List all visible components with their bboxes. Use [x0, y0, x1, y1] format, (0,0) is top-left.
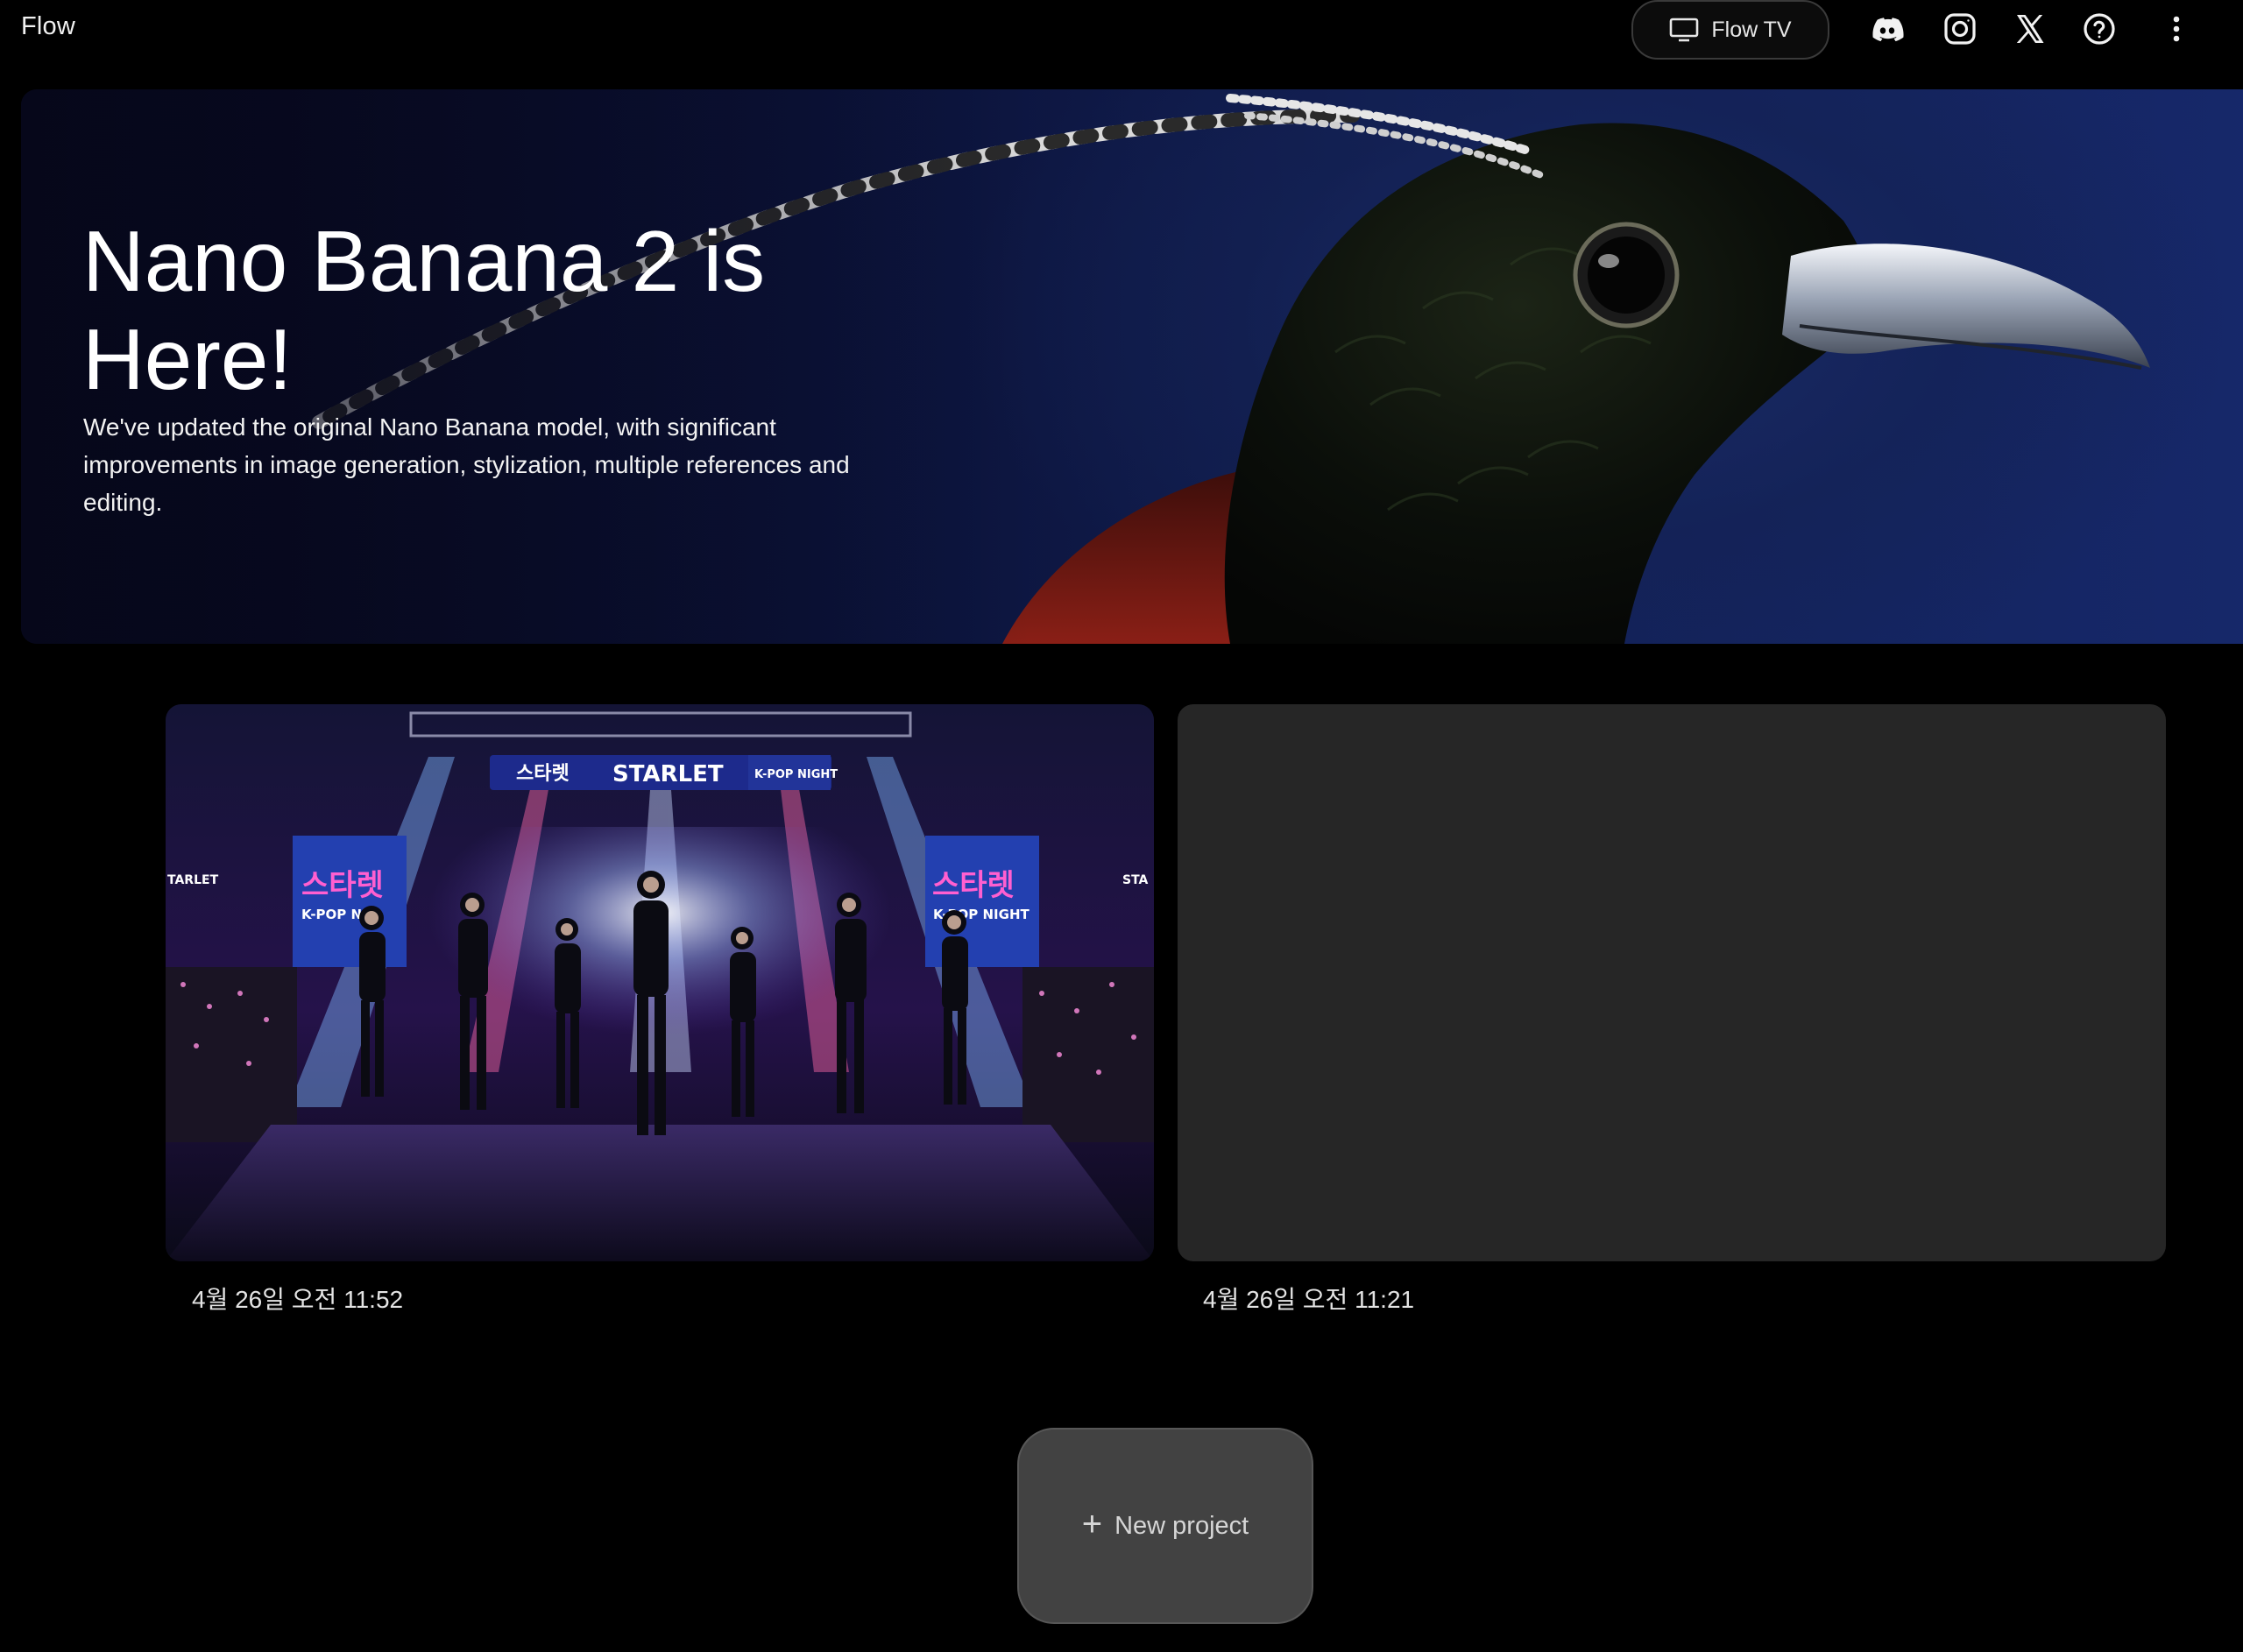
banner-right-text: K-POP NIGHT	[754, 768, 838, 781]
x-icon[interactable]	[2012, 11, 2048, 47]
help-icon[interactable]	[2081, 11, 2118, 47]
project-card-1[interactable]: 스타렛 STARLET K-POP NIGHT 스타렛 K-POP NI 스타렛…	[166, 704, 1154, 1261]
new-project-label: New project	[1114, 1511, 1249, 1540]
project-thumbnail-concert: 스타렛 STARLET K-POP NIGHT 스타렛 K-POP NI 스타렛…	[166, 704, 1154, 1261]
flow-tv-label: Flow TV	[1711, 17, 1792, 42]
svg-text:스타렛: 스타렛	[932, 868, 1015, 903]
hero-banner[interactable]: Nano Banana 2 is Here! We've updated the…	[21, 89, 2243, 644]
discord-icon[interactable]	[1869, 11, 1906, 47]
project-date: 4월 26일 오전 11:52	[192, 1286, 404, 1313]
svg-text:TARLET: TARLET	[167, 873, 219, 887]
flow-tv-button[interactable]: Flow TV	[1631, 0, 1829, 60]
project-date: 4월 26일 오전 11:21	[1203, 1286, 1415, 1313]
svg-text:STA: STA	[1122, 873, 1149, 887]
plus-icon: +	[1081, 1505, 1103, 1543]
banner-main-text: STARLET	[612, 761, 724, 787]
instagram-icon[interactable]	[1942, 11, 1978, 47]
hero-title: Nano Banana 2 is Here!	[82, 213, 766, 407]
new-project-button[interactable]: + New project	[1017, 1428, 1313, 1624]
svg-text:스타렛: 스타렛	[301, 868, 384, 903]
banner-left-text: 스타렛	[516, 763, 570, 785]
hero-description: We've updated the original Nano Banana m…	[83, 413, 850, 516]
project-card-2[interactable]	[1178, 704, 2166, 1261]
tv-icon	[1670, 18, 1699, 42]
app-logo[interactable]: Flow	[21, 12, 75, 41]
more-vert-icon[interactable]	[2158, 11, 2195, 47]
top-bar: Flow Flow TV	[0, 0, 2243, 60]
svg-text:K-POP NI: K-POP NI	[301, 907, 367, 922]
